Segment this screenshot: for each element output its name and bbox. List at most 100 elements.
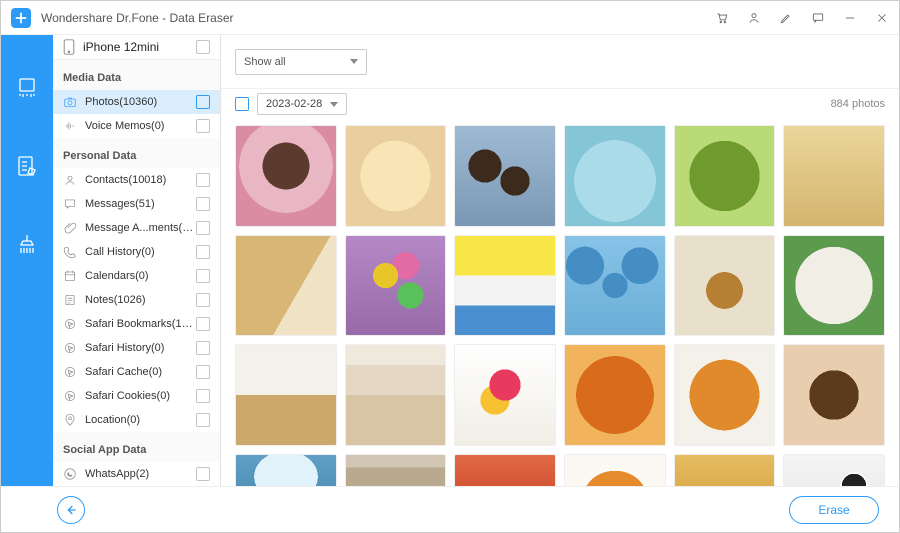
left-rail — [1, 35, 53, 486]
sidebar-item[interactable]: Safari Cache(0) — [53, 360, 220, 384]
photo-thumbnail[interactable] — [674, 454, 776, 486]
account-icon[interactable] — [747, 11, 761, 25]
photo-count: 884 photos — [831, 98, 885, 110]
sidebar-item-label: Safari Cache(0) — [85, 366, 162, 378]
photo-thumbnail[interactable] — [674, 235, 776, 337]
photo-thumbnail[interactable] — [454, 235, 556, 337]
sidebar-item-checkbox[interactable] — [196, 221, 210, 235]
sidebar-item[interactable]: Message A...ments(34) — [53, 216, 220, 240]
cookie-icon — [63, 389, 77, 403]
whatsapp-icon — [63, 467, 77, 481]
sidebar-item-label: Message A...ments(34) — [85, 222, 196, 234]
sidebar-item[interactable]: Photos(10360) — [53, 90, 220, 114]
sidebar-item-checkbox[interactable] — [196, 95, 210, 109]
photo-thumbnail[interactable] — [235, 235, 337, 337]
photo-thumbnail[interactable] — [564, 344, 666, 446]
sidebar-item[interactable]: WhatsApp(2) — [53, 462, 220, 486]
photo-thumbnail[interactable] — [783, 235, 885, 337]
sidebar-item-checkbox[interactable] — [196, 197, 210, 211]
photo-thumbnail[interactable] — [454, 125, 556, 227]
filter-select[interactable]: Show all — [235, 49, 367, 75]
phone-icon — [63, 245, 77, 259]
photo-thumbnail[interactable] — [564, 454, 666, 486]
photo-thumbnail[interactable] — [235, 454, 337, 486]
sidebar-item[interactable]: Messages(51) — [53, 192, 220, 216]
photo-thumbnail[interactable] — [454, 454, 556, 486]
sidebar-item[interactable]: Notes(1026) — [53, 288, 220, 312]
device-checkbox[interactable] — [196, 40, 210, 54]
content-toolbar: Show all — [221, 35, 899, 89]
app-logo-icon — [11, 8, 31, 28]
sidebar-item[interactable]: Safari History(0) — [53, 336, 220, 360]
contact-icon — [63, 173, 77, 187]
bookmark-icon — [63, 317, 77, 331]
waveform-icon — [63, 119, 77, 133]
sidebar-item-checkbox[interactable] — [196, 119, 210, 133]
eraser-rail-icon[interactable] — [14, 75, 40, 101]
sidebar-item[interactable]: Safari Cookies(0) — [53, 384, 220, 408]
photo-thumbnail[interactable] — [345, 125, 447, 227]
sidebar-item[interactable]: Voice Memos(0) — [53, 114, 220, 138]
photo-thumbnail[interactable] — [564, 235, 666, 337]
photo-thumbnail[interactable] — [674, 344, 776, 446]
sidebar-item-label: Messages(51) — [85, 198, 155, 210]
sidebar-section-header: Personal Data — [53, 138, 220, 168]
sidebar-section-header: Social App Data — [53, 432, 220, 462]
chevron-down-icon — [350, 59, 358, 64]
cleanup-rail-icon[interactable] — [14, 231, 40, 257]
sidebar-item-checkbox[interactable] — [196, 269, 210, 283]
sidebar-item[interactable]: Safari Bookmarks(1347) — [53, 312, 220, 336]
cart-icon[interactable] — [715, 11, 729, 25]
photo-thumbnail[interactable] — [783, 454, 885, 486]
sidebar-item-checkbox[interactable] — [196, 389, 210, 403]
title-bar: Wondershare Dr.Fone - Data Eraser — [1, 1, 899, 35]
sidebar-item-label: Safari History(0) — [85, 342, 164, 354]
sidebar-item-checkbox[interactable] — [196, 467, 210, 481]
sidebar-item-checkbox[interactable] — [196, 293, 210, 307]
data-rail-icon[interactable] — [14, 153, 40, 179]
photo-thumbnail[interactable] — [345, 454, 447, 486]
photo-thumbnail[interactable] — [235, 344, 337, 446]
edit-icon[interactable] — [779, 11, 793, 25]
back-button[interactable] — [57, 496, 85, 524]
sidebar-item[interactable]: Calendars(0) — [53, 264, 220, 288]
erase-button[interactable]: Erase — [789, 496, 879, 524]
note-icon — [63, 293, 77, 307]
sidebar-item[interactable]: Call History(0) — [53, 240, 220, 264]
sidebar-item-label: Notes(1026) — [85, 294, 146, 306]
sidebar-item-checkbox[interactable] — [196, 173, 210, 187]
date-group-checkbox[interactable] — [235, 97, 249, 111]
sidebar-item-checkbox[interactable] — [196, 413, 210, 427]
minimize-icon[interactable] — [843, 11, 857, 25]
sidebar-item-label: Voice Memos(0) — [85, 120, 164, 132]
calendar-icon — [63, 269, 77, 283]
date-select[interactable]: 2023-02-28 — [257, 93, 347, 115]
photo-thumbnail[interactable] — [454, 344, 556, 446]
photo-thumbnail[interactable] — [783, 344, 885, 446]
photo-thumbnail[interactable] — [674, 125, 776, 227]
photo-thumbnail[interactable] — [564, 125, 666, 227]
sidebar-item[interactable]: Location(0) — [53, 408, 220, 432]
sidebar-item-checkbox[interactable] — [196, 317, 210, 331]
sidebar-item-label: Location(0) — [85, 414, 140, 426]
sidebar-item-label: Photos(10360) — [85, 96, 157, 108]
device-row[interactable]: iPhone 12mini — [53, 35, 220, 60]
photo-thumbnail[interactable] — [345, 235, 447, 337]
sidebar-item-checkbox[interactable] — [196, 245, 210, 259]
sidebar-section-header: Media Data — [53, 60, 220, 90]
close-icon[interactable] — [875, 11, 889, 25]
category-sidebar: iPhone 12mini Media Data Photos(10360) Voi… — [53, 35, 221, 486]
photo-thumbnail[interactable] — [345, 344, 447, 446]
photo-thumbnail[interactable] — [783, 125, 885, 227]
sidebar-item-checkbox[interactable] — [196, 365, 210, 379]
photo-thumbnail[interactable] — [235, 125, 337, 227]
photo-scroll-area[interactable]: 2023-02-28 884 photos — [221, 89, 899, 486]
location-icon — [63, 413, 77, 427]
sidebar-item-checkbox[interactable] — [196, 341, 210, 355]
feedback-icon[interactable] — [811, 11, 825, 25]
sidebar-item-label: Call History(0) — [85, 246, 155, 258]
sidebar-item-label: Safari Bookmarks(1347) — [85, 318, 196, 330]
sidebar-item[interactable]: Contacts(10018) — [53, 168, 220, 192]
date-group-header: 2023-02-28 884 photos — [235, 89, 885, 119]
date-value: 2023-02-28 — [266, 98, 322, 110]
